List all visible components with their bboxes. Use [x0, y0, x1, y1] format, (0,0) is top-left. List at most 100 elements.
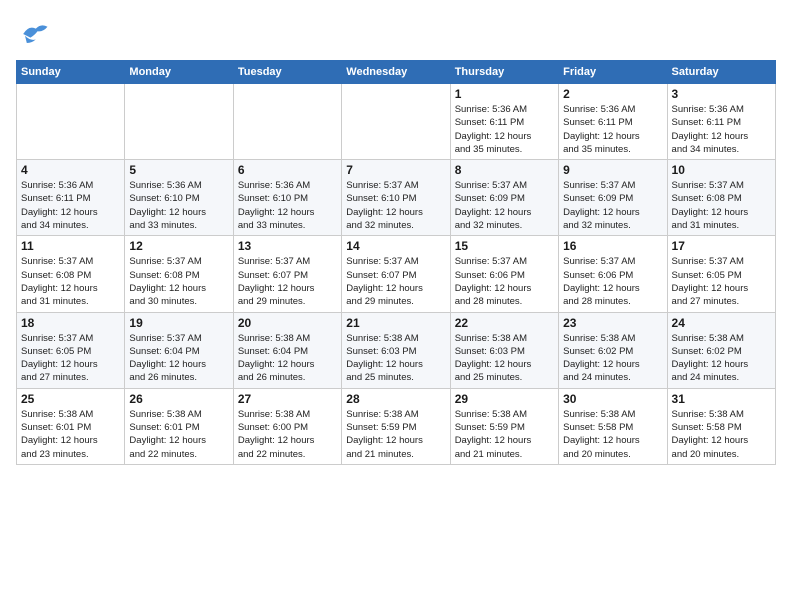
day-number: 25 — [21, 392, 120, 406]
calendar-cell: 19 Sunrise: 5:37 AMSunset: 6:04 PMDayligh… — [125, 312, 233, 388]
day-number: 4 — [21, 163, 120, 177]
day-info: Sunrise: 5:37 AMSunset: 6:05 PMDaylight:… — [672, 255, 771, 308]
day-number: 17 — [672, 239, 771, 253]
day-info: Sunrise: 5:36 AMSunset: 6:11 PMDaylight:… — [21, 179, 120, 232]
page-header — [16, 16, 776, 52]
day-info: Sunrise: 5:38 AMSunset: 6:00 PMDaylight:… — [238, 408, 337, 461]
calendar-cell: 22 Sunrise: 5:38 AMSunset: 6:03 PMDayligh… — [450, 312, 558, 388]
day-header-saturday: Saturday — [667, 61, 775, 84]
day-number: 22 — [455, 316, 554, 330]
calendar-cell: 21 Sunrise: 5:38 AMSunset: 6:03 PMDayligh… — [342, 312, 450, 388]
day-info: Sunrise: 5:38 AMSunset: 6:04 PMDaylight:… — [238, 332, 337, 385]
calendar-week-3: 11Sunrise: 5:37 AMSunset: 6:08 PMDayligh… — [17, 236, 776, 312]
calendar-cell: 17 Sunrise: 5:37 AMSunset: 6:05 PMDayligh… — [667, 236, 775, 312]
calendar-cell: 9Sunrise: 5:37 AMSunset: 6:09 PMDaylight… — [559, 160, 667, 236]
calendar-cell: 2 Sunrise: 5:36 AMSunset: 6:11 PMDaylight… — [559, 84, 667, 160]
bird-icon — [16, 16, 52, 52]
day-number: 27 — [238, 392, 337, 406]
calendar-cell: 20 Sunrise: 5:38 AMSunset: 6:04 PMDayligh… — [233, 312, 341, 388]
day-info: Sunrise: 5:37 AMSunset: 6:04 PMDaylight:… — [129, 332, 228, 385]
day-info: Sunrise: 5:37 AMSunset: 6:05 PMDaylight:… — [21, 332, 120, 385]
calendar-cell: 24Sunrise: 5:38 AMSunset: 6:02 PMDayligh… — [667, 312, 775, 388]
calendar-cell — [342, 84, 450, 160]
day-header-monday: Monday — [125, 61, 233, 84]
calendar-cell: 28 Sunrise: 5:38 AMSunset: 5:59 PMDayligh… — [342, 388, 450, 464]
calendar-week-4: 18Sunrise: 5:37 AMSunset: 6:05 PMDayligh… — [17, 312, 776, 388]
calendar-cell: 12 Sunrise: 5:37 AMSunset: 6:08 PMDayligh… — [125, 236, 233, 312]
day-info: Sunrise: 5:36 AMSunset: 6:11 PMDaylight:… — [672, 103, 771, 156]
day-number: 8 — [455, 163, 554, 177]
day-number: 31 — [672, 392, 771, 406]
day-number: 24 — [672, 316, 771, 330]
day-header-tuesday: Tuesday — [233, 61, 341, 84]
day-info: Sunrise: 5:38 AMSunset: 6:01 PMDaylight:… — [21, 408, 120, 461]
day-info: Sunrise: 5:37 AMSunset: 6:07 PMDaylight:… — [346, 255, 445, 308]
day-header-sunday: Sunday — [17, 61, 125, 84]
day-header-thursday: Thursday — [450, 61, 558, 84]
day-number: 9 — [563, 163, 662, 177]
calendar-cell: 25 Sunrise: 5:38 AMSunset: 6:01 PMDayligh… — [17, 388, 125, 464]
day-number: 19 — [129, 316, 228, 330]
day-number: 1 — [455, 87, 554, 101]
day-number: 7 — [346, 163, 445, 177]
day-info: Sunrise: 5:36 AMSunset: 6:10 PMDaylight:… — [129, 179, 228, 232]
day-info: Sunrise: 5:36 AMSunset: 6:11 PMDaylight:… — [563, 103, 662, 156]
day-info: Sunrise: 5:37 AMSunset: 6:09 PMDaylight:… — [455, 179, 554, 232]
calendar-cell: 10 Sunrise: 5:37 AMSunset: 6:08 PMDayligh… — [667, 160, 775, 236]
calendar-cell: 15Sunrise: 5:37 AMSunset: 6:06 PMDayligh… — [450, 236, 558, 312]
calendar-week-1: 1 Sunrise: 5:36 AMSunset: 6:11 PMDaylight… — [17, 84, 776, 160]
day-info: Sunrise: 5:37 AMSunset: 6:08 PMDaylight:… — [129, 255, 228, 308]
day-number: 13 — [238, 239, 337, 253]
calendar-cell: 16Sunrise: 5:37 AMSunset: 6:06 PMDayligh… — [559, 236, 667, 312]
day-info: Sunrise: 5:38 AMSunset: 6:02 PMDaylight:… — [563, 332, 662, 385]
day-number: 28 — [346, 392, 445, 406]
calendar-cell — [17, 84, 125, 160]
calendar-cell — [233, 84, 341, 160]
day-number: 12 — [129, 239, 228, 253]
day-number: 3 — [672, 87, 771, 101]
calendar-cell: 29 Sunrise: 5:38 AMSunset: 5:59 PMDayligh… — [450, 388, 558, 464]
calendar-week-5: 25 Sunrise: 5:38 AMSunset: 6:01 PMDayligh… — [17, 388, 776, 464]
day-info: Sunrise: 5:36 AMSunset: 6:10 PMDaylight:… — [238, 179, 337, 232]
day-header-wednesday: Wednesday — [342, 61, 450, 84]
calendar-cell: 13 Sunrise: 5:37 AMSunset: 6:07 PMDayligh… — [233, 236, 341, 312]
calendar-cell: 11Sunrise: 5:37 AMSunset: 6:08 PMDayligh… — [17, 236, 125, 312]
calendar-cell: 1 Sunrise: 5:36 AMSunset: 6:11 PMDaylight… — [450, 84, 558, 160]
day-info: Sunrise: 5:38 AMSunset: 5:59 PMDaylight:… — [346, 408, 445, 461]
calendar-cell: 14 Sunrise: 5:37 AMSunset: 6:07 PMDayligh… — [342, 236, 450, 312]
day-info: Sunrise: 5:38 AMSunset: 6:03 PMDaylight:… — [455, 332, 554, 385]
day-info: Sunrise: 5:37 AMSunset: 6:07 PMDaylight:… — [238, 255, 337, 308]
calendar-cell: 8 Sunrise: 5:37 AMSunset: 6:09 PMDaylight… — [450, 160, 558, 236]
day-number: 14 — [346, 239, 445, 253]
day-header-friday: Friday — [559, 61, 667, 84]
calendar-cell: 5 Sunrise: 5:36 AMSunset: 6:10 PMDaylight… — [125, 160, 233, 236]
day-number: 29 — [455, 392, 554, 406]
day-number: 16 — [563, 239, 662, 253]
calendar-cell: 31Sunrise: 5:38 AMSunset: 5:58 PMDayligh… — [667, 388, 775, 464]
calendar-cell: 27 Sunrise: 5:38 AMSunset: 6:00 PMDayligh… — [233, 388, 341, 464]
day-number: 15 — [455, 239, 554, 253]
day-info: Sunrise: 5:38 AMSunset: 6:03 PMDaylight:… — [346, 332, 445, 385]
day-number: 10 — [672, 163, 771, 177]
calendar-cell: 7 Sunrise: 5:37 AMSunset: 6:10 PMDaylight… — [342, 160, 450, 236]
day-number: 26 — [129, 392, 228, 406]
logo — [16, 16, 52, 52]
calendar-cell: 23 Sunrise: 5:38 AMSunset: 6:02 PMDayligh… — [559, 312, 667, 388]
day-number: 20 — [238, 316, 337, 330]
day-info: Sunrise: 5:38 AMSunset: 5:58 PMDaylight:… — [563, 408, 662, 461]
calendar-table: SundayMondayTuesdayWednesdayThursdayFrid… — [16, 60, 776, 465]
day-number: 2 — [563, 87, 662, 101]
calendar-cell: 4 Sunrise: 5:36 AMSunset: 6:11 PMDaylight… — [17, 160, 125, 236]
day-number: 5 — [129, 163, 228, 177]
calendar-cell: 18Sunrise: 5:37 AMSunset: 6:05 PMDayligh… — [17, 312, 125, 388]
calendar-cell — [125, 84, 233, 160]
day-info: Sunrise: 5:37 AMSunset: 6:10 PMDaylight:… — [346, 179, 445, 232]
day-number: 21 — [346, 316, 445, 330]
calendar-header-row: SundayMondayTuesdayWednesdayThursdayFrid… — [17, 61, 776, 84]
day-info: Sunrise: 5:38 AMSunset: 6:01 PMDaylight:… — [129, 408, 228, 461]
day-info: Sunrise: 5:36 AMSunset: 6:11 PMDaylight:… — [455, 103, 554, 156]
calendar-cell: 30Sunrise: 5:38 AMSunset: 5:58 PMDayligh… — [559, 388, 667, 464]
day-info: Sunrise: 5:37 AMSunset: 6:08 PMDaylight:… — [672, 179, 771, 232]
day-info: Sunrise: 5:38 AMSunset: 5:59 PMDaylight:… — [455, 408, 554, 461]
day-number: 23 — [563, 316, 662, 330]
